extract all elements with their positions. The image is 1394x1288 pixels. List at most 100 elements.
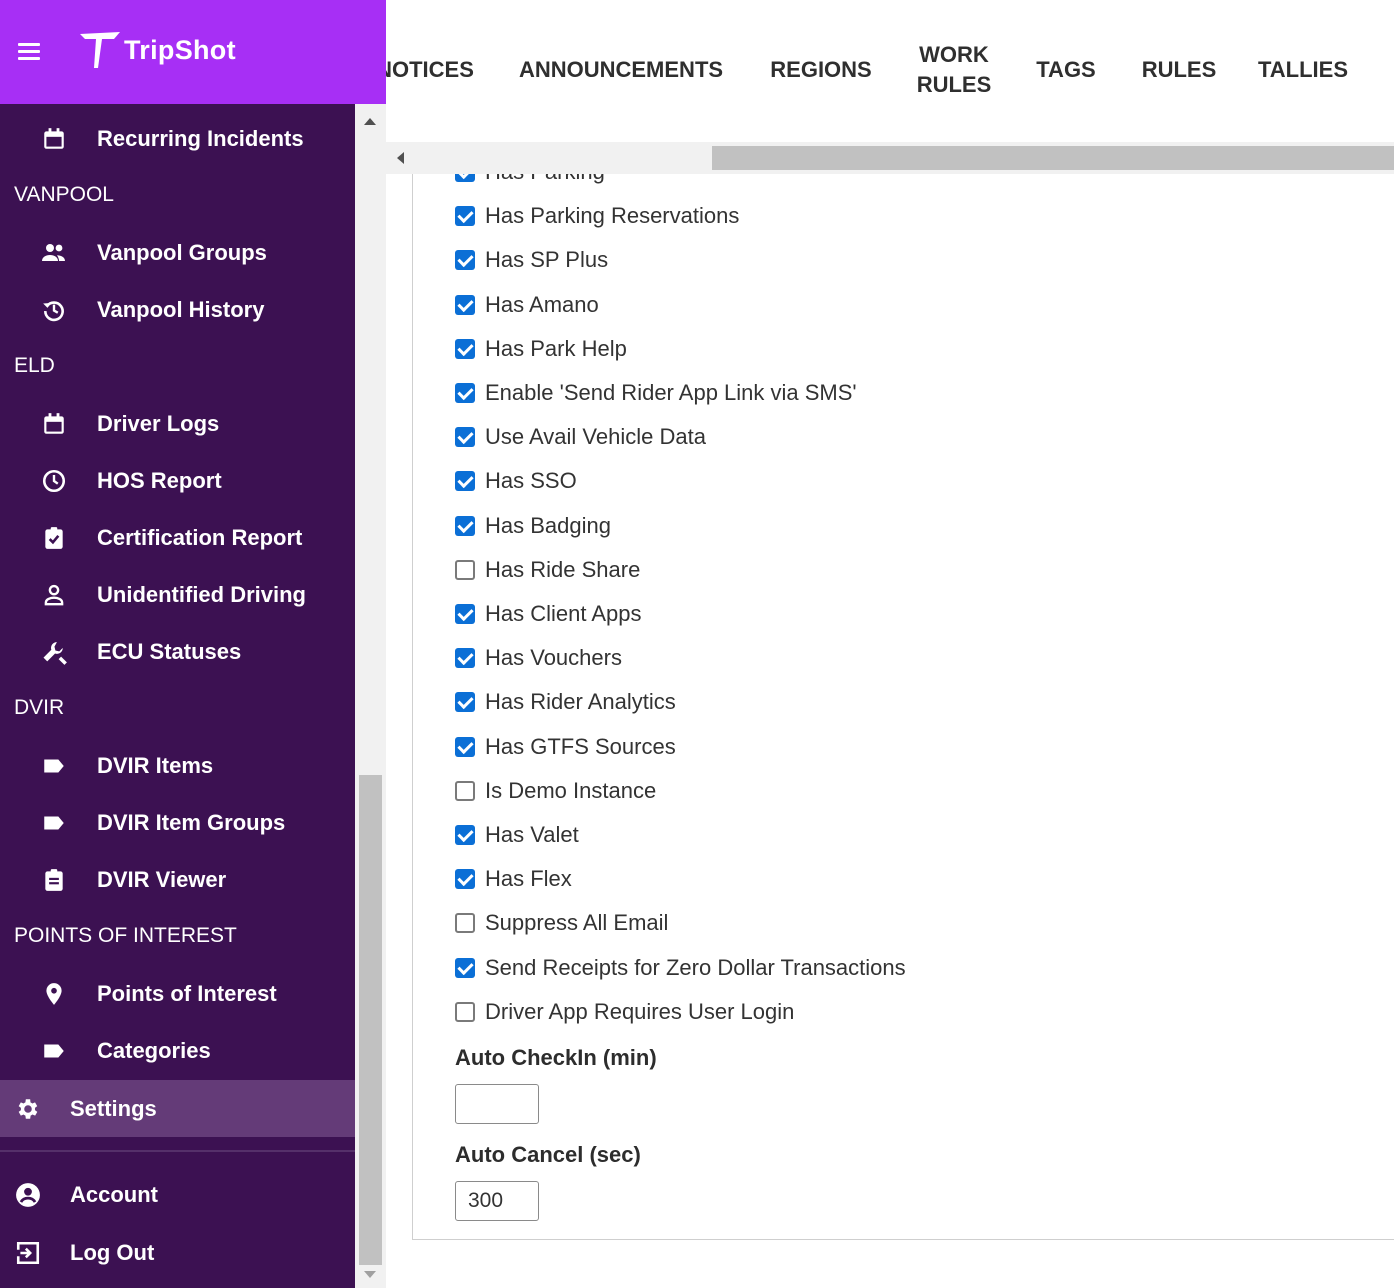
sidebar-item-dvir-items[interactable]: DVIR Items [0, 737, 355, 794]
sidebar-item-vanpool-groups[interactable]: Vanpool Groups [0, 224, 355, 281]
checkbox-row[interactable]: Has Flex [455, 863, 572, 895]
checkbox-checked[interactable] [455, 604, 475, 624]
sidebar-item-ecu-statuses[interactable]: ECU Statuses [0, 623, 355, 680]
checkbox-row[interactable]: Has Rider Analytics [455, 686, 676, 718]
checkbox-checked[interactable] [455, 383, 475, 403]
checkbox-checked[interactable] [455, 957, 475, 978]
checkbox-row[interactable]: Is Demo Instance [455, 775, 656, 807]
sidebar-item-unidentified-driving[interactable]: Unidentified Driving [0, 566, 355, 623]
checkbox-label: Has Amano [485, 291, 599, 317]
sidebar-item-recurring-incidents[interactable]: Recurring Incidents [0, 110, 355, 167]
sidebar-item-driver-logs[interactable]: Driver Logs [0, 395, 355, 452]
sidebar-item-label: Recurring Incidents [97, 125, 304, 151]
checkbox-row[interactable]: Enable 'Send Rider App Link via SMS' [455, 377, 857, 409]
scroll-left-arrow-icon[interactable] [397, 152, 404, 164]
tab-rules[interactable]: RULES [1142, 0, 1217, 140]
tripshot-logo[interactable]: TripShot [80, 30, 236, 70]
tab-notices[interactable]: NOTICES [386, 0, 474, 140]
checkbox-unchecked[interactable] [455, 559, 475, 580]
checkbox-row[interactable]: Has Valet [455, 819, 579, 851]
checkbox-checked[interactable] [455, 427, 475, 448]
sidebar-item-points-of-interest[interactable]: Points of Interest [0, 965, 355, 1022]
auto-cancel-input[interactable] [455, 1181, 539, 1221]
checkbox-checked[interactable] [455, 174, 475, 182]
checkbox-row[interactable]: Has SP Plus [455, 244, 608, 276]
checkbox-label: Has Flex [485, 866, 572, 892]
sidebar-item-label: Vanpool Groups [97, 239, 267, 265]
account-circle-icon [14, 1181, 42, 1209]
checkbox-checked[interactable] [455, 471, 475, 492]
checkbox-checked[interactable] [455, 338, 475, 359]
sidebar-scrollbar[interactable] [355, 104, 386, 1288]
checkbox-row[interactable]: Driver App Requires User Login [455, 996, 794, 1028]
checkbox-row[interactable]: Has Park Help [455, 333, 627, 365]
checkbox-row[interactable]: Has Badging [455, 510, 611, 542]
checkbox-row[interactable]: Send Receipts for Zero Dollar Transactio… [455, 952, 906, 984]
logout-icon [14, 1239, 42, 1267]
tab-label: WORK RULES [916, 42, 992, 97]
checkbox-checked[interactable] [455, 692, 475, 713]
checkbox-label: Has Valet [485, 822, 579, 847]
sidebar-item-settings[interactable]: Settings [0, 1080, 355, 1137]
sidebar-item-label: Unidentified Driving [97, 581, 306, 607]
checkbox-checked[interactable] [455, 825, 475, 845]
checkbox-unchecked[interactable] [455, 780, 475, 801]
checkbox-checked[interactable] [455, 206, 475, 227]
sidebar-item-account[interactable]: Account [0, 1166, 355, 1223]
tabs-scrollbar[interactable] [386, 142, 1394, 174]
settings-tabs: NOTICES ANNOUNCEMENTS REGIONS WORK RULES… [386, 0, 1394, 140]
sidebar-scrollbar-thumb[interactable] [359, 775, 382, 1265]
checkbox-label: Has Client Apps [485, 601, 642, 626]
sidebar-item-categories[interactable]: Categories [0, 1022, 355, 1079]
label-icon [40, 809, 68, 837]
tab-work-rules[interactable]: WORK RULES [916, 0, 992, 140]
checkbox-checked[interactable] [455, 736, 475, 757]
tab-tags[interactable]: TAGS [1036, 0, 1096, 140]
sidebar-item-label: Settings [70, 1095, 157, 1121]
tabs-scrollbar-thumb[interactable] [712, 146, 1394, 170]
tab-regions[interactable]: REGIONS [770, 0, 871, 140]
checkbox-checked[interactable] [455, 250, 475, 271]
checkbox-row[interactable]: Has GTFS Sources [455, 731, 676, 763]
checkbox-row[interactable]: Has SSO [455, 465, 577, 497]
scroll-down-arrow-icon[interactable] [364, 1271, 376, 1278]
checkbox-checked[interactable] [455, 869, 475, 890]
checkbox-row[interactable]: Suppress All Email [455, 907, 668, 939]
checkbox-label: Use Avail Vehicle Data [485, 424, 706, 450]
checkbox-row[interactable]: Has Parking Reservations [455, 200, 739, 232]
checkbox-row[interactable]: Has Client Apps [455, 598, 642, 630]
auto-checkin-input[interactable] [455, 1084, 539, 1124]
sidebar-item-label: Categories [97, 1037, 211, 1063]
checkbox-label: Suppress All Email [485, 910, 669, 936]
sidebar-item-certification-report[interactable]: Certification Report [0, 509, 355, 566]
sidebar-item-vanpool-history[interactable]: Vanpool History [0, 281, 355, 338]
checkbox-label: Send Receipts for Zero Dollar Transactio… [485, 954, 906, 980]
checkbox-unchecked[interactable] [455, 913, 475, 934]
sidebar-item-dvir-item-groups[interactable]: DVIR Item Groups [0, 794, 355, 851]
checkbox-row[interactable]: Has Ride Share [455, 554, 640, 586]
checkbox-row[interactable]: Use Avail Vehicle Data [455, 421, 706, 453]
auto-cancel-label: Auto Cancel (sec) [455, 1142, 641, 1167]
scroll-up-arrow-icon[interactable] [364, 118, 376, 125]
sidebar-item-label: DVIR Viewer [97, 866, 227, 892]
sidebar-item-label: Account [70, 1181, 158, 1207]
checkbox-checked[interactable] [455, 515, 475, 536]
checkbox-unchecked[interactable] [455, 1001, 475, 1022]
gear-icon [14, 1095, 42, 1123]
clock-icon [40, 467, 68, 495]
tab-tallies[interactable]: TALLIES [1258, 0, 1348, 140]
tab-announcements[interactable]: ANNOUNCEMENTS [518, 0, 724, 140]
brand-name: TripShot [124, 34, 236, 65]
hamburger-menu-icon[interactable] [16, 40, 42, 62]
sidebar-item-log-out[interactable]: Log Out [0, 1224, 355, 1281]
checkbox-checked[interactable] [455, 294, 475, 315]
clipboard-check-icon [40, 524, 68, 552]
checkbox-row[interactable]: Has Parking [455, 174, 605, 188]
sidebar-item-dvir-viewer[interactable]: DVIR Viewer [0, 851, 355, 908]
checkbox-row[interactable]: Has Vouchers [455, 642, 622, 674]
checkbox-label: Has SSO [485, 468, 577, 494]
sidebar-item-hos-report[interactable]: HOS Report [0, 452, 355, 509]
checkbox-row[interactable]: Has Amano [455, 289, 599, 321]
checkbox-checked[interactable] [455, 648, 475, 669]
tab-label: TAGS [1036, 57, 1096, 82]
